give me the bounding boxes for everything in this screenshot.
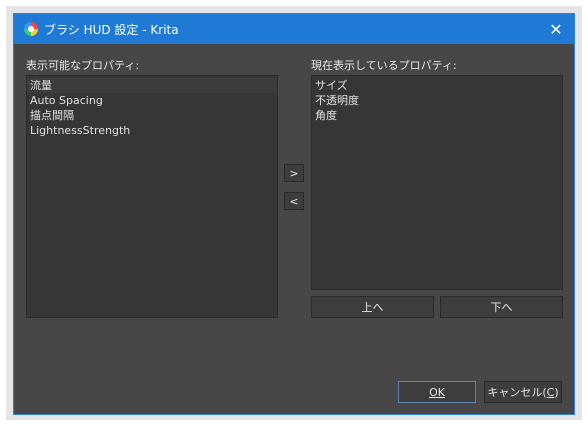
remove-property-button[interactable]: < — [284, 192, 304, 210]
dialog-window: ブラシ HUD 設定 - Krita ✕ 表示可能なプロパティ: 流量 Auto … — [13, 13, 575, 415]
cancel-label-text: キャンセル( — [487, 386, 547, 399]
available-property-item[interactable]: Auto Spacing — [27, 93, 277, 108]
move-up-button[interactable]: 上へ — [311, 296, 434, 318]
ok-button[interactable]: OK — [398, 381, 476, 403]
cancel-label-close: ) — [554, 385, 559, 399]
current-properties-list[interactable]: サイズ 不透明度 角度 — [311, 75, 563, 290]
current-property-item[interactable]: 角度 — [312, 108, 562, 123]
title-bar[interactable]: ブラシ HUD 設定 - Krita ✕ — [14, 14, 574, 44]
current-properties-label: 現在表示しているプロパティ: — [311, 59, 457, 72]
move-down-button[interactable]: 下へ — [440, 296, 563, 318]
cancel-mnemonic: C — [546, 385, 555, 399]
available-property-item[interactable]: 描点間隔 — [27, 108, 277, 123]
current-property-item[interactable]: 不透明度 — [312, 93, 562, 108]
available-properties-label: 表示可能なプロパティ: — [26, 59, 140, 72]
current-property-item[interactable]: サイズ — [312, 78, 562, 93]
add-property-button[interactable]: > — [284, 164, 304, 182]
ok-button-label: OK — [429, 385, 445, 399]
available-property-item[interactable]: LightnessStrength — [27, 123, 277, 138]
krita-app-icon — [24, 22, 38, 36]
cancel-button[interactable]: キャンセル(C) — [484, 381, 562, 403]
available-properties-list[interactable]: 流量 Auto Spacing 描点間隔 LightnessStrength — [26, 75, 278, 318]
window-title: ブラシ HUD 設定 - Krita — [44, 23, 179, 37]
available-property-item[interactable]: 流量 — [27, 78, 277, 93]
close-icon[interactable]: ✕ — [538, 14, 574, 44]
